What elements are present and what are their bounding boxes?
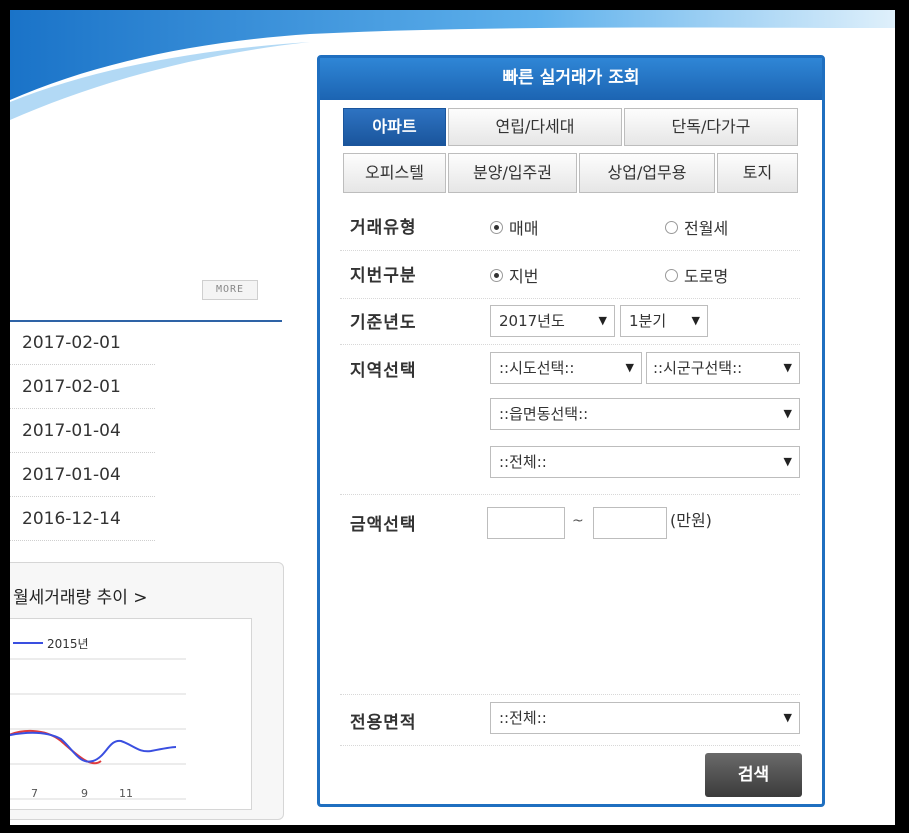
region-label: 지역선택 <box>350 361 417 381</box>
trend-chart-svg: 2015년 7 9 11 <box>10 637 186 800</box>
quick-search-panel: 빠른 실거래가 조회 아파트 연립/다세대 단독/다가구 오피스텔 분양/입주권… <box>317 55 825 807</box>
dropdown-arrow-icon: ▼ <box>783 361 792 374</box>
search-button[interactable]: 검색 <box>705 753 802 797</box>
trend-chart: 2015년 7 9 11 <box>10 618 252 810</box>
radio-unchecked-icon <box>665 268 678 282</box>
area-select[interactable]: ::전체:: ▼ <box>490 702 800 734</box>
deal-type-sale-label: 매매 <box>509 219 539 238</box>
amount-unit: (만원) <box>670 511 712 530</box>
quarter-select-value: 1분기 <box>629 312 667 330</box>
tab-presale[interactable]: 분양/입주권 <box>448 153 577 193</box>
sido-select-value: ::시도선택:: <box>499 359 575 377</box>
date-list-item[interactable]: 2017-01-04 <box>10 454 155 497</box>
amount-min-input[interactable] <box>487 507 565 539</box>
sido-select[interactable]: ::시도선택:: ▼ <box>490 352 642 384</box>
sigungu-select-value: ::시군구선택:: <box>653 359 743 377</box>
radio-unchecked-icon <box>665 220 678 234</box>
dropdown-arrow-icon: ▼ <box>783 711 792 724</box>
panel-title: 빠른 실거래가 조회 <box>320 58 822 100</box>
radio-checked-icon <box>490 220 503 234</box>
dropdown-arrow-icon: ▼ <box>783 455 792 468</box>
date-list-item[interactable]: 2017-01-04 <box>10 410 155 453</box>
lot-type-jibun-radio[interactable]: 지번 <box>490 263 538 287</box>
date-list-item[interactable]: 2017-02-01 <box>10 322 155 365</box>
deal-type-rent-label: 전월세 <box>684 219 729 238</box>
eupmyeondong-select-value: ::읍면동선택:: <box>499 405 589 423</box>
deal-type-label: 거래유형 <box>350 218 417 238</box>
area-label: 전용면적 <box>350 713 417 733</box>
tab-land[interactable]: 토지 <box>717 153 798 193</box>
tab-commercial[interactable]: 상업/업무용 <box>579 153 715 193</box>
x-tick: 11 <box>119 787 133 800</box>
dropdown-arrow-icon: ▼ <box>691 314 700 327</box>
series-line-2015 <box>10 731 177 763</box>
lot-type-road-label: 도로명 <box>684 267 729 286</box>
amount-separator: ~ <box>572 513 584 529</box>
date-list-item[interactable]: 2017-02-01 <box>10 366 155 409</box>
dropdown-arrow-icon: ▼ <box>625 361 634 374</box>
lot-type-road-radio[interactable]: 도로명 <box>665 263 728 287</box>
trend-card: 월세거래량 추이 > 2015년 7 9 11 <box>10 562 284 820</box>
area-select-value: ::전체:: <box>499 709 547 727</box>
sigungu-select[interactable]: ::시군구선택:: ▼ <box>646 352 800 384</box>
lot-type-jibun-label: 지번 <box>509 267 539 286</box>
region-detail-select-value: ::전체:: <box>499 453 547 471</box>
page-canvas: MORE 2017-02-01 2017-02-01 2017-01-04 2017-… <box>10 10 895 825</box>
more-button[interactable]: MORE <box>202 280 258 300</box>
tab-officetel[interactable]: 오피스텔 <box>343 153 446 193</box>
quarter-select[interactable]: 1분기 ▼ <box>620 305 708 337</box>
deal-type-sale-radio[interactable]: 매매 <box>490 215 538 239</box>
trend-title-link[interactable]: 월세거래량 추이 > <box>13 583 148 608</box>
lot-type-label: 지번구분 <box>350 266 417 286</box>
date-list-item[interactable]: 2016-12-14 <box>10 498 155 541</box>
year-select[interactable]: 2017년도 ▼ <box>490 305 615 337</box>
eupmyeondong-select[interactable]: ::읍면동선택:: ▼ <box>490 398 800 430</box>
tab-detached-house[interactable]: 단독/다가구 <box>624 108 798 146</box>
base-year-label: 기준년도 <box>350 313 417 333</box>
dropdown-arrow-icon: ▼ <box>598 314 607 327</box>
x-tick: 7 <box>31 787 38 800</box>
radio-checked-icon <box>490 268 503 282</box>
year-select-value: 2017년도 <box>499 312 565 330</box>
x-tick: 9 <box>81 787 88 800</box>
amount-label: 금액선택 <box>350 515 417 535</box>
tab-townhouse[interactable]: 연립/다세대 <box>448 108 622 146</box>
amount-max-input[interactable] <box>593 507 667 539</box>
legend-label-2015: 2015년 <box>47 637 89 651</box>
deal-type-rent-radio[interactable]: 전월세 <box>665 215 728 239</box>
tab-apartment[interactable]: 아파트 <box>343 108 446 146</box>
region-detail-select[interactable]: ::전체:: ▼ <box>490 446 800 478</box>
dropdown-arrow-icon: ▼ <box>783 407 792 420</box>
